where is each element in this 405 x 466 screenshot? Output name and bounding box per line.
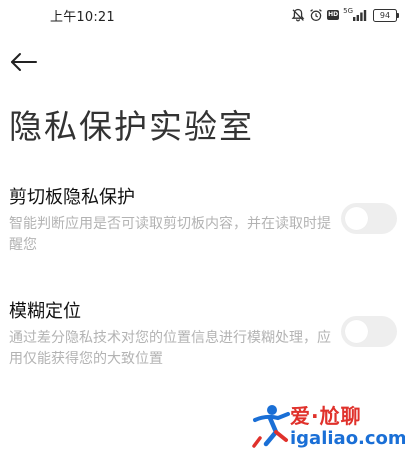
page-title: 隐私保护实验室 xyxy=(9,107,254,146)
status-icons: HD 5G 94 xyxy=(291,5,399,25)
battery-icon: 94 xyxy=(373,8,399,22)
status-bar: 上午10:21 HD 5G 94 xyxy=(0,0,405,30)
network-label: 5G xyxy=(343,6,353,15)
fuzzy-location-toggle[interactable] xyxy=(341,316,397,347)
alarm-icon xyxy=(309,8,323,22)
toggle-knob xyxy=(345,207,368,230)
setting-fuzzy-location[interactable]: 模糊定位 通过差分隐私技术对您的位置信息进行模糊处理，应用仅能获得您的大致位置 xyxy=(0,289,405,369)
battery-level: 94 xyxy=(379,10,391,20)
setting-description: 通过差分隐私技术对您的位置信息进行模糊处理，应用仅能获得您的大致位置 xyxy=(9,330,331,367)
signal-icon xyxy=(353,9,369,21)
setting-description: 智能判断应用是否可读取剪切板内容，并在读取时提醒您 xyxy=(9,216,331,253)
runner-mark xyxy=(252,405,290,448)
clipboard-privacy-toggle[interactable] xyxy=(341,203,397,234)
watermark-logo: 爱·尬聊 igaliao.com xyxy=(250,398,405,458)
privacy-lab-screen: 上午10:21 HD 5G 94 隐私保护实验室 剪切板隐私保护 智能判断应用是… xyxy=(0,0,405,466)
setting-clipboard-privacy[interactable]: 剪切板隐私保护 智能判断应用是否可读取剪切板内容，并在读取时提醒您 xyxy=(0,178,405,258)
back-arrow-icon xyxy=(11,53,37,71)
watermark-text-bottom: igaliao.com xyxy=(290,428,405,449)
setting-title: 模糊定位 xyxy=(9,301,81,322)
watermark-text-top: 爱·尬聊 xyxy=(290,400,362,429)
mute-icon xyxy=(291,8,305,22)
toggle-knob xyxy=(345,320,368,343)
setting-title: 剪切板隐私保护 xyxy=(9,187,135,208)
watermark-text-top-value: 爱·尬聊 xyxy=(290,404,362,428)
hd-icon: HD xyxy=(327,10,340,20)
status-time: 上午10:21 xyxy=(50,10,115,25)
back-button[interactable] xyxy=(8,46,40,78)
